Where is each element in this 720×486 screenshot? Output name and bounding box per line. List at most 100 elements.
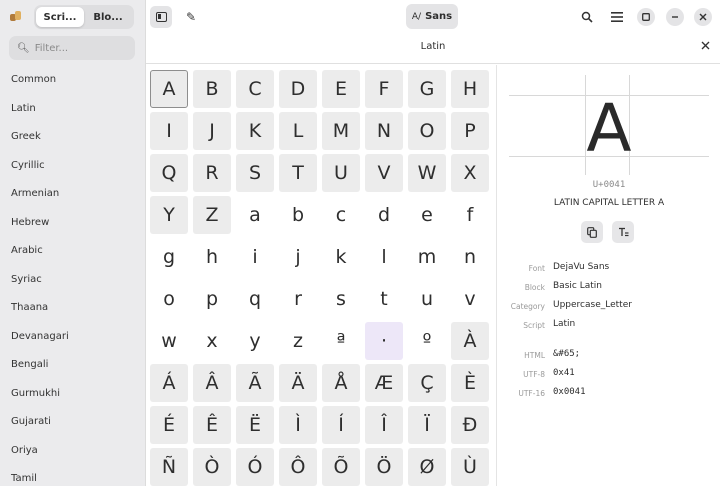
character-cell[interactable]: g (150, 238, 188, 276)
character-cell[interactable]: Ø (408, 448, 446, 486)
property-value[interactable]: Latin (553, 319, 575, 329)
character-cell[interactable]: M (322, 112, 360, 150)
search-button[interactable] (576, 6, 598, 28)
character-cell[interactable]: Æ (365, 364, 403, 402)
character-cell[interactable]: T (279, 154, 317, 192)
character-cell[interactable]: Ë (236, 406, 274, 444)
sidebar-item-gujarati[interactable]: Gujarati (0, 408, 145, 437)
character-cell[interactable]: h (193, 238, 231, 276)
character-cell[interactable]: D (279, 70, 317, 108)
character-cell[interactable]: Â (193, 364, 231, 402)
sidebar-item-thaana[interactable]: Thaana (0, 294, 145, 323)
character-cell[interactable]: b (279, 196, 317, 234)
character-cell[interactable]: U (322, 154, 360, 192)
character-cell[interactable]: Ç (408, 364, 446, 402)
property-value[interactable]: &#65; (553, 349, 580, 359)
sidebar-item-devanagari[interactable]: Devanagari (0, 323, 145, 352)
sidebar-item-latin[interactable]: Latin (0, 95, 145, 124)
minimize-button[interactable] (666, 8, 684, 26)
property-value[interactable]: 0x41 (553, 368, 575, 378)
sidebar-item-cyrillic[interactable]: Cyrillic (0, 152, 145, 181)
character-cell[interactable]: c (322, 196, 360, 234)
character-cell[interactable]: r (279, 280, 317, 318)
edit-button[interactable]: ✎ (180, 6, 202, 28)
main-menu-button[interactable] (606, 6, 628, 28)
character-cell[interactable]: m (408, 238, 446, 276)
character-cell[interactable]: l (365, 238, 403, 276)
character-cell[interactable]: W (408, 154, 446, 192)
character-cell[interactable]: Ö (365, 448, 403, 486)
filter-input[interactable] (34, 42, 131, 54)
property-value[interactable]: Basic Latin (553, 281, 602, 291)
close-window-button[interactable] (694, 8, 712, 26)
character-cell[interactable]: e (408, 196, 446, 234)
character-cell[interactable]: x (193, 322, 231, 360)
character-cell[interactable]: Ó (236, 448, 274, 486)
character-cell[interactable]: Î (365, 406, 403, 444)
maximize-button[interactable] (637, 8, 655, 26)
character-cell[interactable]: Z (193, 196, 231, 234)
character-cell[interactable]: O (408, 112, 446, 150)
character-cell[interactable]: Ñ (150, 448, 188, 486)
character-cell[interactable]: j (279, 238, 317, 276)
sidebar-item-syriac[interactable]: Syriac (0, 266, 145, 295)
character-cell[interactable]: I (150, 112, 188, 150)
character-cell[interactable]: K (236, 112, 274, 150)
character-cell[interactable]: o (150, 280, 188, 318)
character-cell[interactable]: È (451, 364, 489, 402)
character-cell[interactable]: i (236, 238, 274, 276)
character-cell[interactable]: Ù (451, 448, 489, 486)
character-cell[interactable]: Ò (193, 448, 231, 486)
character-cell[interactable]: a (236, 196, 274, 234)
sidebar-item-oriya[interactable]: Oriya (0, 437, 145, 466)
character-cell[interactable]: Ê (193, 406, 231, 444)
property-value[interactable]: Uppercase_Letter (553, 300, 632, 310)
character-cell[interactable]: p (193, 280, 231, 318)
character-cell[interactable]: V (365, 154, 403, 192)
character-cell[interactable]: L (279, 112, 317, 150)
character-cell[interactable]: · (365, 322, 403, 360)
character-cell[interactable]: E (322, 70, 360, 108)
character-cell[interactable]: d (365, 196, 403, 234)
tab-scripts[interactable]: Scri... (36, 7, 84, 27)
character-cell[interactable]: G (408, 70, 446, 108)
sidebar-item-armenian[interactable]: Armenian (0, 180, 145, 209)
character-cell[interactable]: A (150, 70, 188, 108)
character-cell[interactable]: w (150, 322, 188, 360)
character-cell[interactable]: v (451, 280, 489, 318)
character-cell[interactable]: S (236, 154, 274, 192)
character-cell[interactable]: Y (150, 196, 188, 234)
sidebar-item-common[interactable]: Common (0, 66, 145, 95)
character-cell[interactable]: N (365, 112, 403, 150)
character-cell[interactable]: X (451, 154, 489, 192)
character-cell[interactable]: P (451, 112, 489, 150)
character-cell[interactable]: Ô (279, 448, 317, 486)
character-cell[interactable]: É (150, 406, 188, 444)
sidebar-item-bengali[interactable]: Bengali (0, 351, 145, 380)
character-cell[interactable]: B (193, 70, 231, 108)
sidebar-toggle-button[interactable] (150, 6, 172, 28)
copy-character-button[interactable] (581, 221, 603, 243)
character-cell[interactable]: H (451, 70, 489, 108)
character-cell[interactable]: s (322, 280, 360, 318)
character-cell[interactable]: z (279, 322, 317, 360)
character-cell[interactable]: F (365, 70, 403, 108)
character-cell[interactable]: Ä (279, 364, 317, 402)
property-value[interactable]: DejaVu Sans (553, 262, 609, 272)
character-cell[interactable]: Á (150, 364, 188, 402)
insert-text-button[interactable] (612, 221, 634, 243)
character-cell[interactable]: Í (322, 406, 360, 444)
character-cell[interactable]: Ð (451, 406, 489, 444)
character-cell[interactable]: R (193, 154, 231, 192)
character-cell[interactable]: J (193, 112, 231, 150)
character-cell[interactable]: º (408, 322, 446, 360)
character-cell[interactable]: Ã (236, 364, 274, 402)
character-cell[interactable]: ª (322, 322, 360, 360)
tab-blocks[interactable]: Blo... (84, 7, 132, 27)
character-cell[interactable]: Õ (322, 448, 360, 486)
character-cell[interactable]: q (236, 280, 274, 318)
character-cell[interactable]: n (451, 238, 489, 276)
character-cell[interactable]: Å (322, 364, 360, 402)
sidebar-item-hebrew[interactable]: Hebrew (0, 209, 145, 238)
sidebar-item-greek[interactable]: Greek (0, 123, 145, 152)
